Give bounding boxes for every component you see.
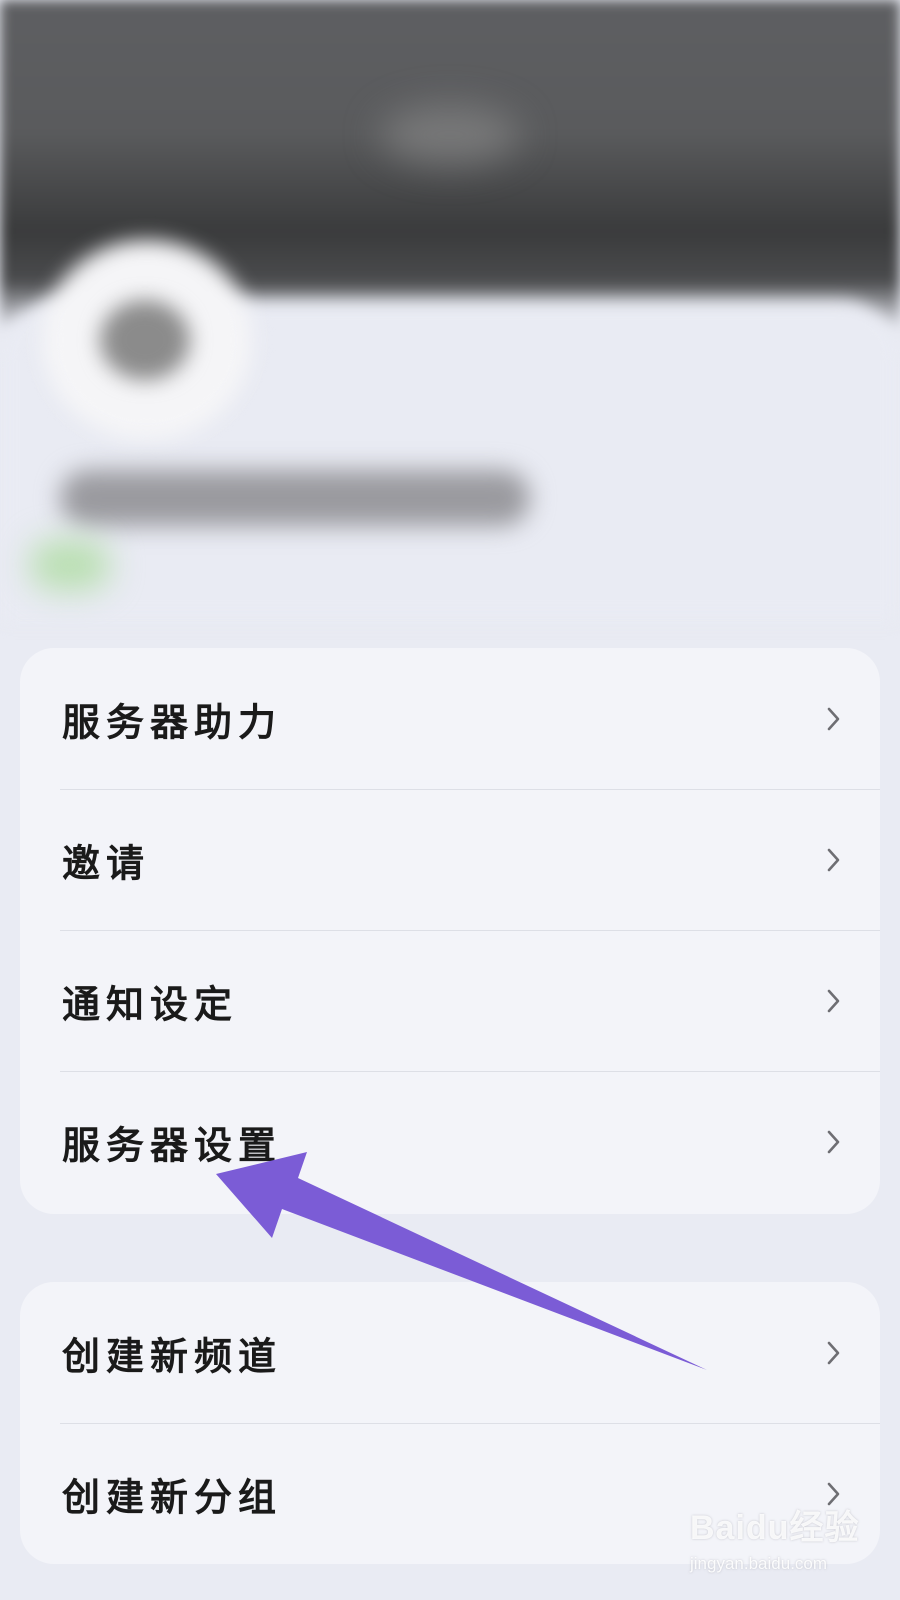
watermark-logo-text: Baidu经验 <box>690 1509 860 1547</box>
menu-item-server-settings[interactable]: 服务器设置 <box>20 1071 880 1212</box>
server-avatar-image <box>100 300 190 380</box>
chevron-right-icon <box>827 707 840 730</box>
menu-item-invite[interactable]: 邀请 <box>20 789 880 930</box>
menu-item-label: 邀请 <box>62 840 151 885</box>
chevron-right-icon <box>827 1130 840 1153</box>
watermark-url: jingyan.baidu.com <box>690 1554 828 1573</box>
baidu-watermark: Baidu经验 jingyan.baidu.com <box>690 1500 880 1590</box>
chevron-right-icon <box>827 848 840 871</box>
chevron-right-icon <box>827 1341 840 1364</box>
banner-glow <box>380 105 520 165</box>
server-name-blurred <box>60 470 530 526</box>
menu-item-notification-settings[interactable]: 通知设定 <box>20 930 880 1071</box>
menu-item-label: 创建新频道 <box>62 1333 283 1378</box>
menu-item-label: 服务器助力 <box>62 699 283 744</box>
server-menu-card: 服务器助力 邀请 通知设定 服务器设置 <box>20 648 880 1214</box>
menu-item-label: 通知设定 <box>62 981 239 1026</box>
menu-item-create-channel[interactable]: 创建新频道 <box>20 1282 880 1423</box>
menu-item-label: 服务器设置 <box>62 1122 283 1167</box>
menu-item-label: 创建新分组 <box>62 1474 283 1519</box>
menu-item-server-boost[interactable]: 服务器助力 <box>20 648 880 789</box>
server-status-blurred <box>30 540 110 590</box>
chevron-right-icon <box>827 989 840 1012</box>
